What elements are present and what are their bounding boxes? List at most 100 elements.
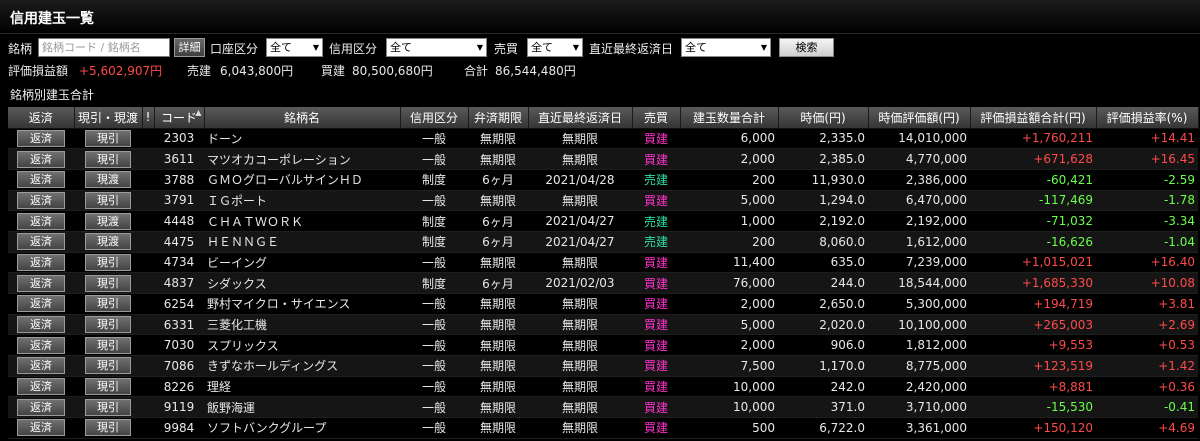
repay-date-select[interactable]: 全て ▼ [681, 38, 771, 57]
name-cell[interactable]: ドーン [204, 128, 400, 150]
credit-type-select[interactable]: 全て ▼ [386, 38, 487, 57]
delivery-button[interactable]: 現引 [85, 150, 131, 168]
trade-side-label: 売買 [494, 42, 519, 56]
name-cell[interactable]: 三菱化工機 [204, 314, 400, 336]
repay-button[interactable]: 返済 [17, 295, 65, 313]
term-cell: 無期限 [468, 148, 528, 170]
name-cell[interactable]: きずなホールディングス [204, 355, 400, 377]
delivery-button[interactable]: 現引 [85, 378, 131, 396]
code-cell: 4448 [154, 210, 204, 232]
delivery-button[interactable]: 現渡 [85, 212, 131, 230]
credit-cell: 一般 [400, 334, 468, 357]
repay-date-value: 全て [685, 41, 707, 54]
name-cell[interactable]: ＩＧポート [204, 190, 400, 212]
side-cell: 買建 [632, 252, 680, 274]
brand-search-input[interactable]: 銘柄コード / 銘柄名 [38, 38, 170, 57]
delivery-button[interactable]: 現引 [85, 316, 131, 334]
name-cell[interactable]: ビーイング [204, 252, 400, 274]
chevron-down-icon: ▼ [760, 43, 767, 52]
sell-total-value: 6,043,800円 [220, 64, 294, 78]
side-cell: 買建 [632, 314, 680, 336]
col-header-pl[interactable]: 評価損益額合計(円) [970, 107, 1097, 129]
repay-cell: 返済 [8, 334, 74, 357]
col-header-value[interactable]: 時価評価額(円) [868, 107, 971, 129]
name-cell[interactable]: マツオカコーポレーション [204, 148, 400, 170]
alert-cell [142, 293, 154, 315]
repay-cell: 返済 [8, 148, 74, 170]
col-header-last-date[interactable]: 直近最終返済日 [528, 107, 633, 129]
value-cell: 1,612,000 [868, 231, 970, 253]
delivery-button[interactable]: 現引 [85, 357, 131, 375]
credit-cell: 一般 [400, 376, 468, 398]
repay-button[interactable]: 返済 [17, 150, 65, 168]
name-cell[interactable]: ＨＥＮＮＧＥ [204, 231, 400, 253]
repay-button[interactable]: 返済 [17, 233, 65, 251]
name-cell[interactable]: ＣＨＡＴＷＯＲＫ [204, 210, 400, 232]
delivery-button[interactable]: 現引 [85, 274, 131, 292]
delivery-button[interactable]: 現引 [85, 398, 131, 416]
qty-cell: 7,500 [680, 355, 778, 377]
col-header-rate[interactable]: 評価損益率(%) [1096, 107, 1199, 129]
value-cell: 2,192,000 [868, 210, 970, 232]
delivery-button[interactable]: 現引 [85, 129, 131, 147]
price-cell: 1,294.0 [778, 190, 868, 212]
repay-button[interactable]: 返済 [17, 171, 65, 189]
name-cell[interactable]: ソフトバンクグループ [204, 417, 400, 439]
alert-cell [142, 272, 154, 294]
delivery-button[interactable]: 現渡 [85, 171, 131, 189]
repay-button[interactable]: 返済 [17, 336, 65, 354]
delivery-button[interactable]: 現引 [85, 191, 131, 209]
repay-cell: 返済 [8, 355, 74, 377]
last-date-cell: 無期限 [528, 293, 632, 315]
name-cell[interactable]: ＧＭＯグローバルサインＨＤ [204, 169, 400, 191]
qty-cell: 2,000 [680, 148, 778, 170]
repay-button[interactable]: 返済 [17, 316, 65, 334]
search-button[interactable]: 検索 [779, 38, 834, 57]
col-header-price[interactable]: 時価(円) [778, 107, 869, 129]
name-cell[interactable]: スプリックス [204, 334, 400, 357]
col-header-qty[interactable]: 建玉数量合計 [680, 107, 779, 129]
col-header-term[interactable]: 弁済期限 [468, 107, 529, 129]
pl-cell: -15,530 [970, 396, 1096, 419]
detail-button[interactable]: 詳細 [174, 38, 205, 57]
col-header-side[interactable]: 売買 [632, 107, 681, 129]
repay-button[interactable]: 返済 [17, 398, 65, 416]
side-cell: 売建 [632, 231, 680, 253]
name-cell[interactable]: 飯野海運 [204, 396, 400, 419]
repay-cell: 返済 [8, 314, 74, 336]
term-cell: 6ヶ月 [468, 231, 528, 253]
name-cell[interactable]: 野村マイクロ・サイエンス [204, 293, 400, 315]
repay-button[interactable]: 返済 [17, 357, 65, 375]
trade-side-select[interactable]: 全て ▼ [527, 38, 583, 57]
repay-button[interactable]: 返済 [17, 378, 65, 396]
col-header-credit[interactable]: 信用区分 [400, 107, 469, 129]
repay-button[interactable]: 返済 [17, 274, 65, 292]
delivery-button[interactable]: 現渡 [85, 233, 131, 251]
col-header-code[interactable]: コード ▲ [154, 107, 205, 129]
delivery-button[interactable]: 現引 [85, 419, 131, 437]
alert-cell [142, 252, 154, 274]
repay-button[interactable]: 返済 [17, 253, 65, 271]
delivery-button[interactable]: 現引 [85, 295, 131, 313]
delivery-button[interactable]: 現引 [85, 253, 131, 271]
repay-button[interactable]: 返済 [17, 129, 65, 147]
delivery-cell: 現渡 [74, 231, 142, 253]
account-type-select[interactable]: 全て ▼ [266, 38, 323, 57]
credit-cell: 一般 [400, 128, 468, 150]
table-row: 返済 現引 3611 マツオカコーポレーション 一般 無期限 無期限 買建 2,000 2,385… [8, 148, 1198, 170]
name-cell[interactable]: 理経 [204, 376, 400, 398]
rate-cell: +14.41 [1096, 128, 1198, 150]
pl-cell: +1,685,330 [970, 272, 1096, 294]
side-cell: 買建 [632, 396, 680, 419]
name-cell[interactable]: シダックス [204, 272, 400, 294]
pl-cell: +1,015,021 [970, 252, 1096, 274]
repay-button[interactable]: 返済 [17, 212, 65, 230]
rate-cell: -1.04 [1096, 231, 1198, 253]
repay-button[interactable]: 返済 [17, 191, 65, 209]
credit-cell: 一般 [400, 148, 468, 170]
col-header-name[interactable]: 銘柄名 [204, 107, 401, 129]
credit-cell: 一般 [400, 314, 468, 336]
delivery-button[interactable]: 現引 [85, 336, 131, 354]
repay-button[interactable]: 返済 [17, 419, 65, 437]
value-cell: 10,100,000 [868, 314, 970, 336]
